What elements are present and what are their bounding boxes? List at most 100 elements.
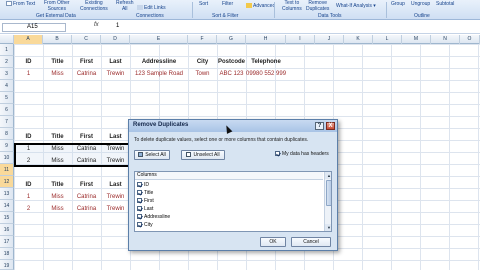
cell-id[interactable]: 2 — [14, 155, 43, 167]
cell-title[interactable]: Miss — [43, 68, 72, 80]
cell-header-first[interactable]: First — [72, 56, 101, 68]
column-header-b[interactable]: B — [43, 35, 72, 44]
text-to-columns-button[interactable]: Text to Columns — [282, 0, 302, 12]
remove-duplicates-button[interactable]: Remove Duplicates — [306, 0, 329, 12]
cell-header-id[interactable]: ID — [14, 131, 43, 143]
column-header-o[interactable]: O — [460, 35, 480, 44]
edit-links-button[interactable]: Edit Links — [137, 5, 166, 11]
cell-header-first[interactable]: First — [72, 179, 101, 191]
scroll-up-icon[interactable]: ▲ — [325, 172, 331, 179]
cell-first[interactable]: Catrina — [72, 143, 101, 155]
refresh-all-button[interactable]: Refresh All — [116, 0, 134, 12]
column-header-a[interactable]: A — [14, 35, 43, 44]
column-header-h[interactable]: H — [246, 35, 286, 44]
cell-header-addressline[interactable]: Addressline — [130, 56, 188, 68]
cell-last[interactable]: Trewin — [101, 143, 130, 155]
row-header-10[interactable]: 10 — [0, 152, 14, 164]
cell-title[interactable]: Miss — [43, 203, 72, 215]
cell-id[interactable]: 1 — [14, 68, 43, 80]
subtotal-button[interactable]: Subtotal — [436, 1, 454, 7]
cell-last[interactable]: Trewin — [101, 68, 130, 80]
sort-button[interactable]: Sort — [199, 1, 208, 7]
cell-header-first[interactable]: First — [72, 131, 101, 143]
ok-button[interactable]: OK — [260, 237, 286, 247]
column-item-first[interactable]: First — [137, 197, 154, 205]
row-header-19[interactable]: 19 — [0, 260, 14, 270]
row-header-4[interactable]: 4 — [0, 80, 14, 92]
cell-id[interactable]: 1 — [14, 191, 43, 203]
cell-header-telephone[interactable]: Telephone — [246, 56, 286, 68]
column-header-l[interactable]: L — [373, 35, 402, 44]
cell-header-last[interactable]: Last — [101, 131, 130, 143]
formula-input[interactable]: 1 — [116, 23, 119, 29]
column-item-title[interactable]: Title — [137, 189, 153, 197]
cell-header-city[interactable]: City — [188, 56, 217, 68]
column-header-n[interactable]: N — [431, 35, 460, 44]
column-header-c[interactable]: C — [72, 35, 101, 44]
column-item-last[interactable]: Last — [137, 205, 153, 213]
cell-header-last[interactable]: Last — [101, 56, 130, 68]
close-icon[interactable]: X — [326, 122, 335, 130]
cell-last[interactable]: Trewin — [101, 203, 130, 215]
name-box[interactable]: A15 — [2, 23, 66, 32]
cell-header-postcode[interactable]: Postcode — [217, 56, 246, 68]
cell-id[interactable]: 2 — [14, 203, 43, 215]
what-if-analysis-button[interactable]: What-If Analysis ▾ — [336, 3, 376, 9]
from-other-sources-button[interactable]: From Other Sources — [44, 0, 70, 12]
row-header-1[interactable]: 1 — [0, 44, 14, 56]
row-header-17[interactable]: 17 — [0, 236, 14, 248]
help-icon[interactable]: ? — [315, 122, 324, 130]
row-header-15[interactable]: 15 — [0, 212, 14, 224]
row-header-2[interactable]: 2 — [0, 56, 14, 68]
cell-first[interactable]: Catrina — [72, 68, 101, 80]
cancel-button[interactable]: Cancel — [291, 237, 331, 247]
column-item-addressline[interactable]: Addressline — [137, 213, 170, 221]
row-header-18[interactable]: 18 — [0, 248, 14, 260]
select-all-button[interactable]: Select All — [134, 150, 170, 160]
filter-button[interactable]: Filter — [222, 1, 233, 7]
column-header-i[interactable]: I — [286, 35, 315, 44]
cell-header-title[interactable]: Title — [43, 179, 72, 191]
scroll-thumb[interactable] — [326, 180, 331, 206]
cell-telephone[interactable]: 09980 552 999 — [246, 68, 286, 80]
columns-list[interactable]: Columns ID Title First Last Addressline … — [134, 171, 332, 232]
column-header-j[interactable]: J — [315, 35, 344, 44]
cell-last[interactable]: Trewin — [101, 191, 130, 203]
column-header-d[interactable]: D — [101, 35, 130, 44]
cell-title[interactable]: Miss — [43, 143, 72, 155]
row-header-9[interactable]: 9 — [0, 140, 14, 152]
unselect-all-button[interactable]: Unselect All — [181, 150, 225, 160]
dialog-title-bar[interactable]: Remove Duplicates ? X — [129, 120, 337, 132]
column-header-m[interactable]: M — [402, 35, 431, 44]
cell-header-title[interactable]: Title — [43, 131, 72, 143]
cell-postcode[interactable]: ABC 123 — [217, 68, 246, 80]
cell-title[interactable]: Miss — [43, 191, 72, 203]
advanced-button[interactable]: Advanced — [246, 3, 275, 9]
column-header-k[interactable]: K — [344, 35, 373, 44]
row-header-12[interactable]: 12 — [0, 176, 14, 188]
my-data-has-headers-checkbox[interactable]: My data has headers — [275, 151, 329, 157]
row-header-13[interactable]: 13 — [0, 188, 14, 200]
cell-first[interactable]: Catrina — [72, 191, 101, 203]
cell-addressline[interactable]: 123 Sample Road — [130, 68, 188, 80]
fx-icon[interactable]: fx — [94, 22, 99, 28]
row-header-8[interactable]: 8 — [0, 128, 14, 140]
cell-city[interactable]: Town — [188, 68, 217, 80]
row-header-5[interactable]: 5 — [0, 92, 14, 104]
existing-connections-button[interactable]: Existing Connections — [80, 0, 108, 12]
column-header-f[interactable]: F — [188, 35, 217, 44]
row-header-16[interactable]: 16 — [0, 224, 14, 236]
cell-header-id[interactable]: ID — [14, 56, 43, 68]
cell-title[interactable]: Miss — [43, 155, 72, 167]
row-header-11[interactable]: 11 — [0, 164, 14, 176]
cell-first[interactable]: Catrina — [72, 203, 101, 215]
ungroup-button[interactable]: Ungroup — [411, 1, 430, 7]
cell-header-last[interactable]: Last — [101, 179, 130, 191]
cell-first[interactable]: Catrina — [72, 155, 101, 167]
row-header-3[interactable]: 3 — [0, 68, 14, 80]
from-text-button[interactable]: From Text — [6, 1, 35, 7]
row-header-7[interactable]: 7 — [0, 116, 14, 128]
column-item-id[interactable]: ID — [137, 181, 149, 189]
column-item-city[interactable]: City — [137, 221, 153, 229]
scroll-down-icon[interactable]: ▼ — [325, 224, 331, 231]
